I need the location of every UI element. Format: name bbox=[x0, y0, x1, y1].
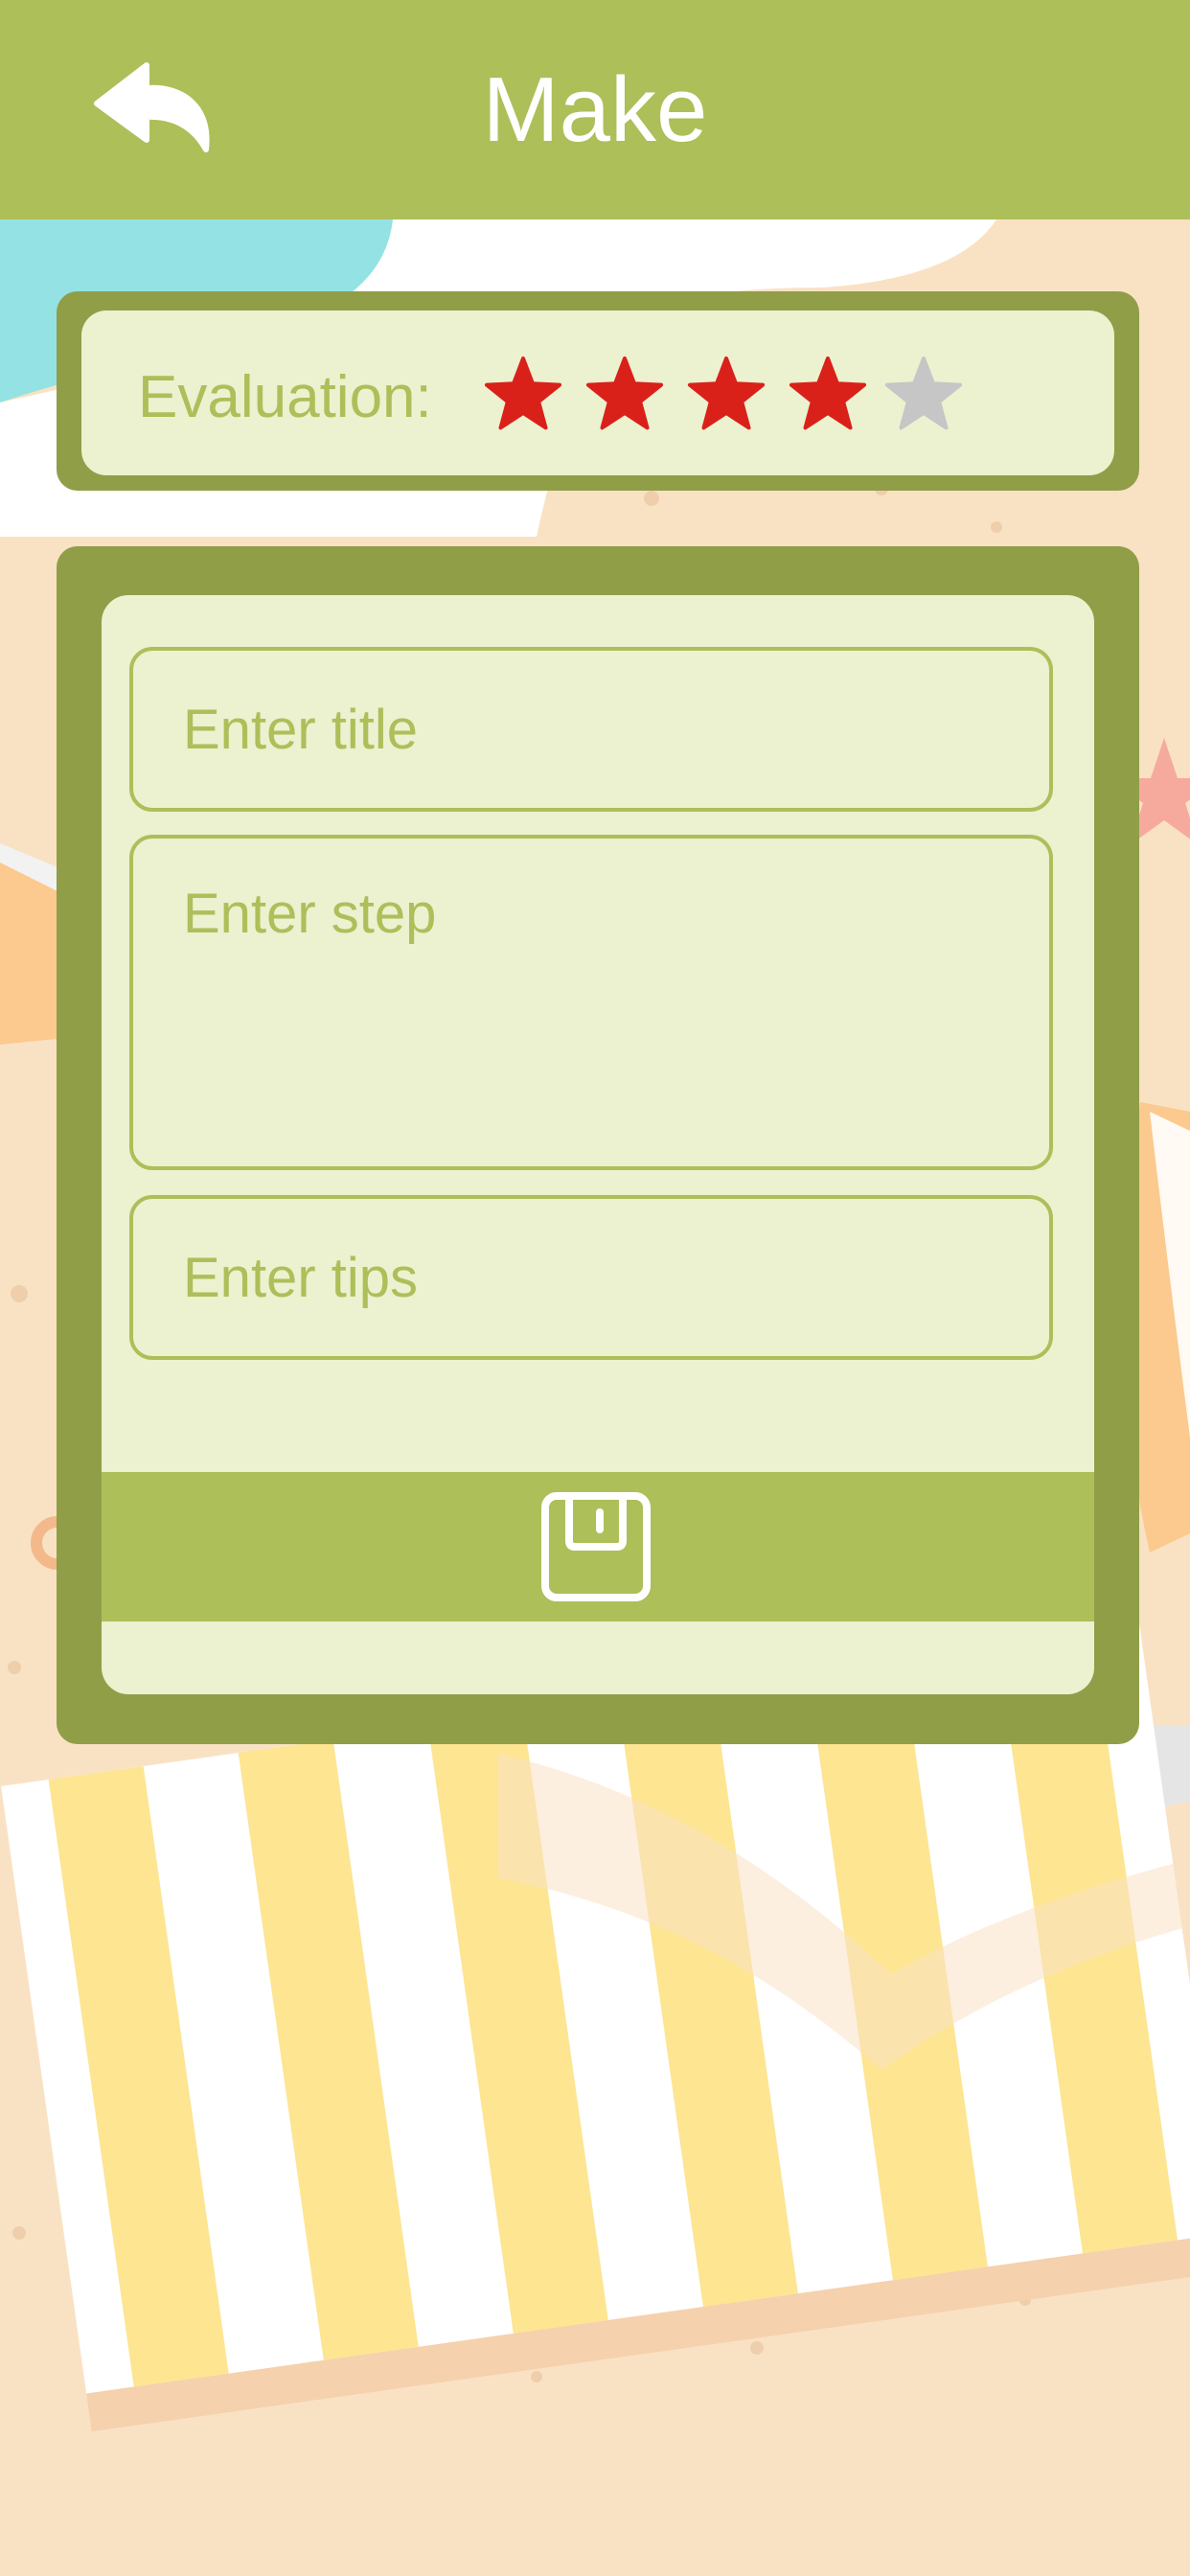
title-input[interactable] bbox=[129, 647, 1053, 812]
recipe-form-card bbox=[57, 546, 1139, 1744]
floppy-disk-icon bbox=[541, 1492, 651, 1601]
tips-input[interactable] bbox=[129, 1195, 1053, 1360]
star-filled-icon[interactable] bbox=[483, 355, 563, 435]
app-screen: Make Evaluation: bbox=[0, 0, 1190, 2576]
recipe-form-panel bbox=[102, 595, 1094, 1694]
star-filled-icon[interactable] bbox=[788, 355, 868, 435]
save-button[interactable] bbox=[102, 1472, 1094, 1622]
header-bar: Make bbox=[0, 0, 1190, 219]
star-filled-icon[interactable] bbox=[686, 355, 767, 435]
page-title: Make bbox=[482, 58, 708, 161]
evaluation-panel: Evaluation: bbox=[81, 310, 1114, 475]
star-empty-icon[interactable] bbox=[883, 355, 964, 435]
evaluation-card: Evaluation: bbox=[57, 291, 1139, 491]
star-filled-icon[interactable] bbox=[584, 355, 665, 435]
step-input[interactable] bbox=[129, 835, 1053, 1170]
evaluation-label: Evaluation: bbox=[138, 364, 432, 430]
